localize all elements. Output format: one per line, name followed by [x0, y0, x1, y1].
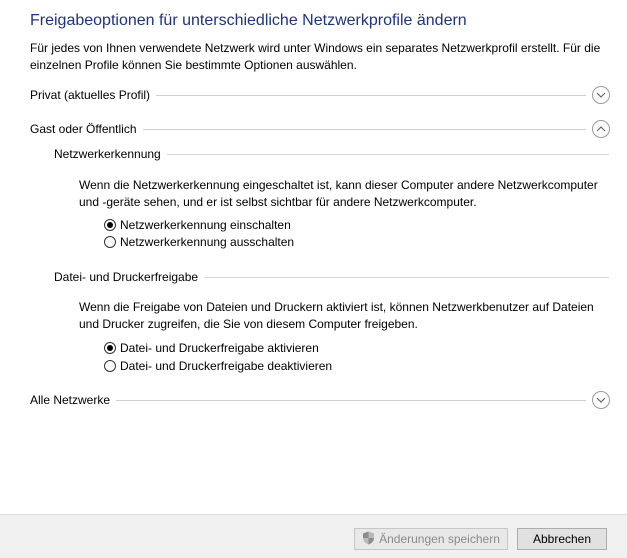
radio-button-checked[interactable] — [104, 219, 116, 231]
save-changes-label: Änderungen speichern — [379, 532, 500, 546]
radio-label: Datei- und Druckerfreigabe deaktivieren — [120, 359, 333, 373]
radio-button-checked[interactable] — [104, 342, 116, 354]
radio-file-sharing-on[interactable]: Datei- und Druckerfreigabe aktivieren — [104, 340, 319, 356]
radio-button[interactable] — [104, 236, 116, 248]
file-sharing-desc-line1: Wenn die Freigabe von Dateien und Drucke… — [79, 300, 594, 314]
footer-bar: Änderungen speichern Abbrechen — [0, 514, 627, 558]
divider — [204, 276, 609, 278]
chevron-down-icon[interactable] — [592, 391, 610, 409]
profile-all-label: Alle Netzwerke — [30, 393, 111, 407]
radio-network-discovery-on[interactable]: Netzwerkerkennung einschalten — [104, 217, 291, 233]
file-sharing-heading-label: Datei- und Druckerfreigabe — [54, 270, 199, 284]
network-discovery-description: Wenn die Netzwerkerkennung eingeschaltet… — [79, 177, 598, 211]
network-discovery-desc-line2: und -geräte sehen, und er ist selbst sic… — [79, 195, 477, 209]
file-sharing-description: Wenn die Freigabe von Dateien und Drucke… — [79, 299, 594, 333]
divider — [156, 94, 586, 96]
radio-network-discovery-off[interactable]: Netzwerkerkennung ausschalten — [104, 234, 294, 250]
network-discovery-heading: Netzwerkerkennung — [54, 146, 609, 162]
cancel-button[interactable]: Abbrechen — [517, 528, 607, 550]
page-description: Für jedes von Ihnen verwendete Netzwerk … — [30, 40, 600, 74]
radio-label: Datei- und Druckerfreigabe aktivieren — [120, 341, 319, 355]
profile-private-label: Privat (aktuelles Profil) — [30, 88, 151, 102]
chevron-up-icon[interactable] — [592, 120, 610, 138]
profile-guest-label: Gast oder Öffentlich — [30, 122, 137, 136]
chevron-down-icon[interactable] — [592, 86, 610, 104]
file-sharing-heading: Datei- und Druckerfreigabe — [54, 269, 609, 285]
profile-guest-header[interactable]: Gast oder Öffentlich — [30, 119, 610, 139]
page-title: Freigabeoptionen für unterschiedliche Ne… — [30, 12, 467, 29]
divider — [142, 128, 586, 130]
radio-file-sharing-off[interactable]: Datei- und Druckerfreigabe deaktivieren — [104, 358, 332, 374]
divider — [166, 153, 609, 155]
profile-all-header[interactable]: Alle Netzwerke — [30, 390, 610, 410]
network-discovery-heading-label: Netzwerkerkennung — [54, 147, 161, 161]
radio-button[interactable] — [104, 360, 116, 372]
file-sharing-desc-line2: und Drucker zugreifen, die Sie von diese… — [79, 317, 418, 331]
profile-private-header[interactable]: Privat (aktuelles Profil) — [30, 85, 610, 105]
page-description-line2: einzelnen Profile können Sie bestimmte O… — [30, 58, 357, 72]
page-description-line1: Für jedes von Ihnen verwendete Netzwerk … — [30, 41, 601, 55]
uac-shield-icon — [362, 531, 375, 548]
save-changes-button[interactable]: Änderungen speichern — [354, 528, 508, 550]
radio-label: Netzwerkerkennung ausschalten — [120, 235, 295, 249]
radio-label: Netzwerkerkennung einschalten — [120, 218, 291, 232]
network-discovery-desc-line1: Wenn die Netzwerkerkennung eingeschaltet… — [79, 178, 598, 192]
divider — [116, 399, 586, 401]
